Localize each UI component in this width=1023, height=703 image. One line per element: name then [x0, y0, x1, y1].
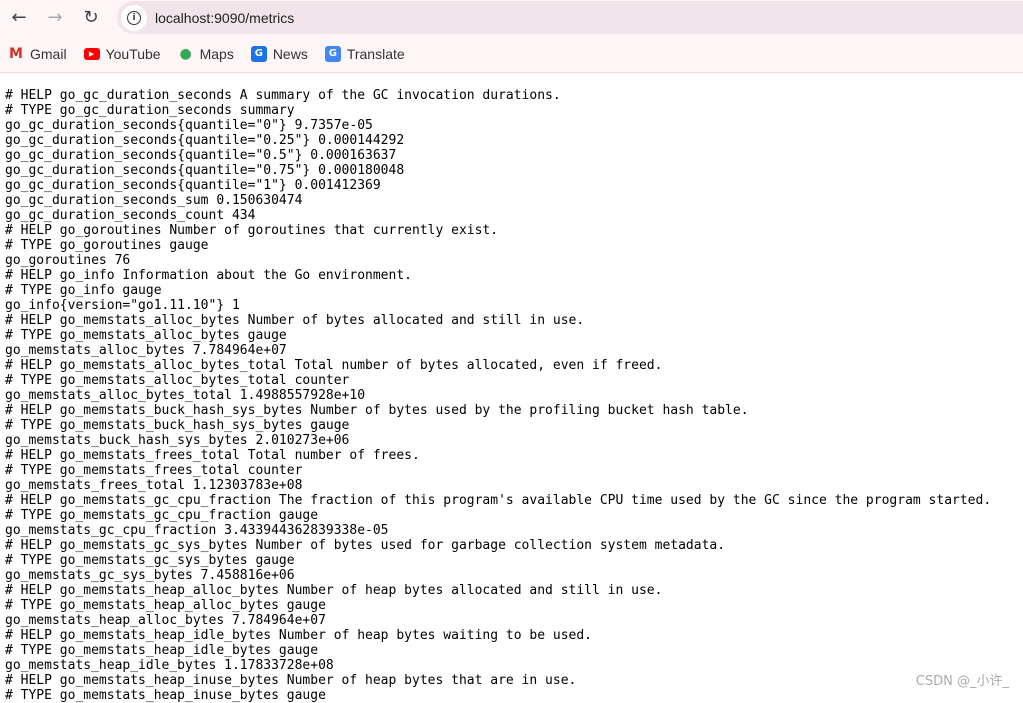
metric-line: # TYPE go_memstats_heap_alloc_bytes gaug… [5, 598, 326, 613]
metric-line: # HELP go_memstats_heap_idle_bytes Numbe… [5, 628, 592, 643]
maps-icon: ● [179, 45, 192, 62]
metric-line: # HELP go_memstats_frees_total Total num… [5, 448, 420, 463]
metric-line: # TYPE go_memstats_gc_cpu_fraction gauge [5, 508, 319, 523]
url-text[interactable]: localhost:9090/metrics [155, 10, 294, 26]
metric-line: go_gc_duration_seconds{quantile="0.75"} … [5, 163, 405, 178]
metric-line: go_gc_duration_seconds{quantile="0"} 9.7… [5, 118, 373, 133]
bookmark-label: News [272, 45, 308, 62]
metric-line: go_memstats_heap_alloc_bytes 7.784964e+0… [5, 613, 326, 628]
bookmark-gmail[interactable]: M Gmail [8, 46, 67, 62]
metric-line: go_goroutines 76 [5, 253, 131, 268]
reload-button[interactable]: ↻ [73, 1, 109, 35]
metric-line: go_memstats_buck_hash_sys_bytes 2.010273… [5, 433, 350, 448]
metric-line: # TYPE go_gc_duration_seconds summary [5, 103, 295, 118]
bookmark-label: YouTube [105, 45, 161, 62]
metric-line: # TYPE go_memstats_heap_idle_bytes gauge [5, 643, 319, 658]
youtube-icon: ▶ [83, 47, 100, 60]
metric-line: go_memstats_gc_sys_bytes 7.458816e+06 [5, 568, 295, 583]
metric-line: # TYPE go_info gauge [5, 283, 162, 298]
metric-line: go_memstats_heap_idle_bytes 1.17833728e+… [5, 658, 334, 673]
site-info-icon[interactable]: i [121, 4, 147, 31]
metric-line: go_gc_duration_seconds_count 434 [5, 208, 256, 223]
bookmark-label: Maps [199, 45, 234, 62]
metric-line: go_gc_duration_seconds_sum 0.150630474 [5, 193, 303, 208]
metric-line: # TYPE go_memstats_gc_sys_bytes gauge [5, 553, 295, 568]
metric-line: go_memstats_alloc_bytes 7.784964e+07 [5, 343, 287, 358]
metric-line: go_memstats_gc_cpu_fraction 3.4339443628… [5, 523, 389, 538]
metric-line: go_info{version="go1.11.10"} 1 [5, 298, 240, 313]
news-icon: G [250, 45, 267, 62]
metric-line: # HELP go_memstats_alloc_bytes_total Tot… [5, 358, 663, 373]
metric-line: go_gc_duration_seconds{quantile="1"} 0.0… [5, 178, 381, 193]
metric-line: # TYPE go_memstats_alloc_bytes_total cou… [5, 373, 350, 388]
metric-line: # HELP go_memstats_gc_cpu_fraction The f… [5, 493, 992, 508]
bookmark-news[interactable]: G News [250, 45, 308, 62]
metric-line: # HELP go_memstats_heap_alloc_bytes Numb… [5, 583, 663, 598]
metric-line: go_gc_duration_seconds{quantile="0.25"} … [5, 133, 405, 148]
metric-line: # HELP go_info Information about the Go … [5, 268, 412, 283]
bookmarks-bar: M Gmail ▶ YouTube ● Maps G News G Translate [0, 35, 1023, 73]
translate-icon: G [324, 45, 341, 62]
forward-button[interactable]: → [37, 1, 73, 35]
metric-line: # HELP go_gc_duration_seconds A summary … [5, 88, 561, 103]
metric-line: # TYPE go_memstats_frees_total counter [5, 463, 303, 478]
bookmark-youtube[interactable]: ▶ YouTube [83, 45, 161, 62]
gmail-icon: M [9, 45, 23, 62]
metric-line: go_memstats_frees_total 1.12303783e+08 [5, 478, 303, 493]
metric-line: # TYPE go_goroutines gauge [5, 238, 209, 253]
bookmark-translate[interactable]: G Translate [324, 45, 405, 62]
address-bar[interactable]: i localhost:9090/metrics [117, 1, 1023, 34]
metric-line: # TYPE go_memstats_buck_hash_sys_bytes g… [5, 418, 350, 433]
bookmark-label: Translate [346, 45, 405, 62]
browser-toolbar: ← → ↻ i localhost:9090/metrics [0, 0, 1023, 35]
metric-line: go_memstats_alloc_bytes_total 1.49885579… [5, 388, 366, 403]
metric-line: # HELP go_memstats_buck_hash_sys_bytes N… [5, 403, 749, 418]
metric-line: # HELP go_memstats_alloc_bytes Number of… [5, 313, 585, 328]
metric-line: # TYPE go_memstats_heap_inuse_bytes gaug… [5, 688, 326, 703]
metric-line: go_gc_duration_seconds{quantile="0.5"} 0… [5, 148, 397, 163]
bookmark-label: Gmail [30, 45, 67, 62]
metric-line: # HELP go_goroutines Number of goroutine… [5, 223, 499, 238]
metric-line: # TYPE go_memstats_alloc_bytes gauge [5, 328, 287, 343]
metrics-text: # HELP go_gc_duration_seconds A summary … [5, 88, 991, 703]
watermark: CSDN @_小许_ [915, 674, 1009, 689]
back-button[interactable]: ← [1, 1, 37, 35]
metric-line: # HELP go_memstats_heap_inuse_bytes Numb… [5, 673, 577, 688]
metric-line: # HELP go_memstats_gc_sys_bytes Number o… [5, 538, 726, 553]
bookmark-maps[interactable]: ● Maps [178, 45, 234, 62]
